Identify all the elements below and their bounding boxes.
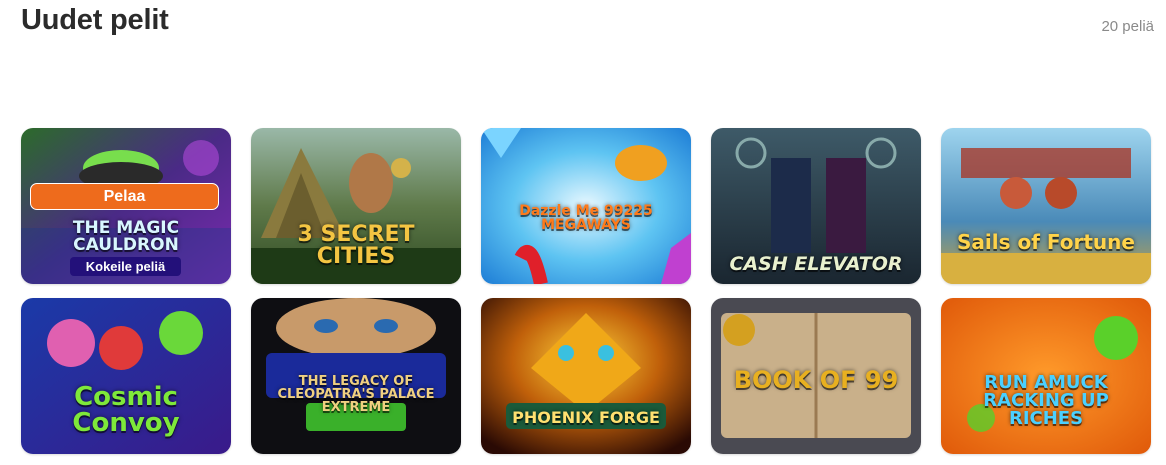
game-tile-book-of-99[interactable]: BOOK OF 99 — [711, 298, 921, 454]
demo-button[interactable]: Kokeile peliä — [70, 257, 181, 276]
game-tile-magic-cauldron[interactable]: THE MAGIC CAULDRON Pelaa Kokeile peliä — [21, 128, 231, 284]
game-title-run-amuck: RUN AMUCK RACKING UP RICHES — [983, 372, 1109, 429]
game-tile-run-amuck[interactable]: RUN AMUCK RACKING UP RICHES — [941, 298, 1151, 454]
game-title-cash-elevator: CASH ELEVATOR — [729, 253, 903, 275]
play-button[interactable]: Pelaa — [30, 183, 219, 210]
game-title-cleopatras-palace: THE LEGACY OF CLEOPATRA'S PALACE EXTREME — [277, 374, 435, 415]
game-art-sails-of-fortune — [941, 128, 1151, 284]
game-tile-dazzle-me[interactable]: Dazzle Me 99225 MEGAWAYS — [481, 128, 691, 284]
game-tile-cash-elevator[interactable]: CASH ELEVATOR — [711, 128, 921, 284]
game-tile-cleopatras-palace[interactable]: THE LEGACY OF CLEOPATRA'S PALACE EXTREME — [251, 298, 461, 454]
game-tile-3-secret-cities[interactable]: 3 SECRET CITIES — [251, 128, 461, 284]
game-title-magic-cauldron: THE MAGIC CAULDRON — [72, 218, 180, 255]
game-title-sails-of-fortune: Sails of Fortune — [957, 230, 1135, 254]
game-tile-cosmic-convoy[interactable]: Cosmic Convoy — [21, 298, 231, 454]
game-tile-phoenix-forge[interactable]: PHOENIX FORGE — [481, 298, 691, 454]
game-title-phoenix-forge: PHOENIX FORGE — [512, 408, 660, 427]
game-count: 20 peliä — [1101, 18, 1154, 35]
game-art-phoenix-forge — [481, 298, 691, 454]
game-title-dazzle-me: Dazzle Me 99225 MEGAWAYS — [519, 203, 653, 233]
section-title: Uudet pelit — [21, 4, 169, 36]
games-grid: THE MAGIC CAULDRON Pelaa Kokeile peliä 3… — [21, 128, 1151, 454]
game-title-3-secret-cities: 3 SECRET CITIES — [297, 222, 415, 269]
game-title-cosmic-convoy: Cosmic Convoy — [72, 382, 180, 438]
game-title-book-of-99: BOOK OF 99 — [733, 366, 899, 394]
game-tile-sails-of-fortune[interactable]: Sails of Fortune — [941, 128, 1151, 284]
